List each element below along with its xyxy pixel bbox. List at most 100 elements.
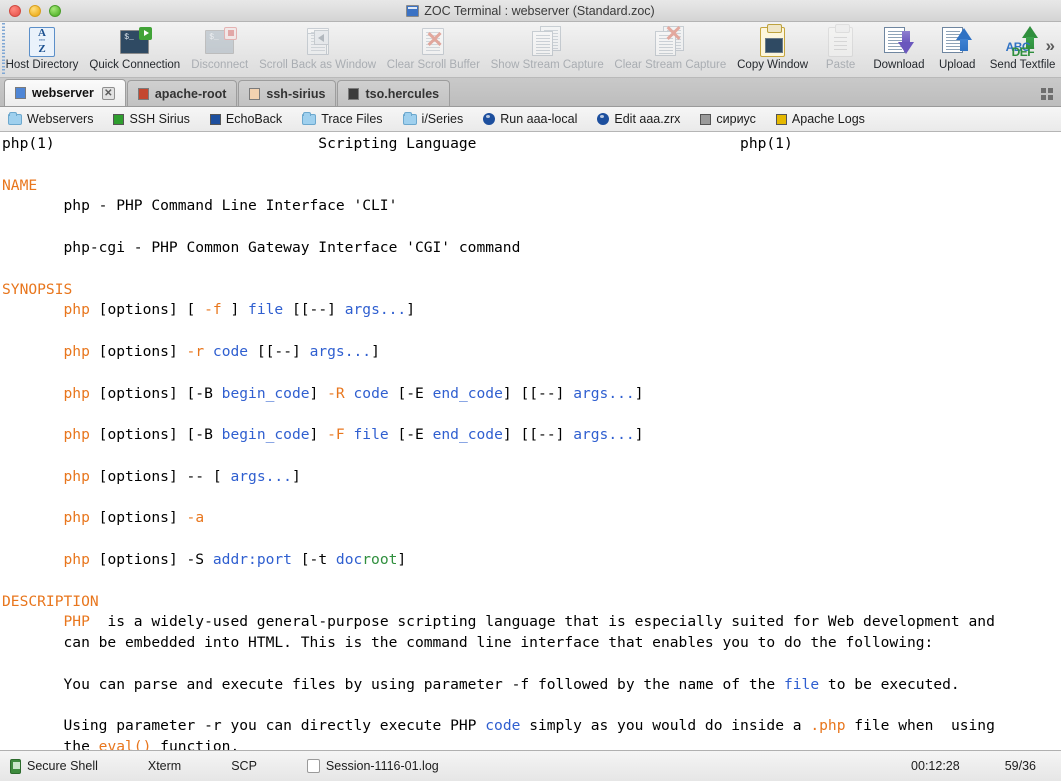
terminal-text <box>2 613 64 630</box>
terminal-text: [[--] <box>248 343 310 360</box>
folder-icon <box>403 114 417 125</box>
terminal-text: ] <box>310 385 328 402</box>
terminal-text: doc <box>336 551 362 568</box>
terminal-line: php [options] -r code [[--] args...] <box>2 342 1061 363</box>
terminal-text: ] <box>292 468 301 485</box>
bookmark-ssh-sirius[interactable]: SSH Sirius <box>113 112 201 126</box>
terminal-text <box>345 426 354 443</box>
bookmark-webservers[interactable]: Webservers <box>8 112 105 126</box>
toolbar-button-clear-scroll-buffer[interactable]: ✕ Clear Scroll Buffer <box>381 25 485 71</box>
terminal-text: ] <box>310 426 328 443</box>
tab-label: ssh-sirius <box>266 87 325 101</box>
bookmark-echoback[interactable]: EchoBack <box>210 112 294 126</box>
toolbar-button-download[interactable]: Download <box>868 25 931 71</box>
toolbar-button-paste[interactable]: Paste <box>814 25 868 71</box>
bookmark-label: Run aaa-local <box>500 112 577 126</box>
terminal-line <box>2 321 1061 342</box>
terminal-text: SYNOPSIS <box>2 281 72 298</box>
terminal-text: begin_code <box>222 426 310 443</box>
terminal-text: args... <box>573 426 635 443</box>
terminal-text: php <box>64 551 90 568</box>
bookmark-apache-logs[interactable]: Apache Logs <box>776 112 877 126</box>
terminal-line: NAME <box>2 176 1061 197</box>
toolbar-label: Send Textfile <box>990 59 1056 71</box>
toolbar-button-show-stream-capture[interactable]: Show Stream Capture <box>485 25 609 71</box>
terminal-text: -f <box>204 301 222 318</box>
bookmark-trace-files[interactable]: Trace Files <box>302 112 394 126</box>
clear-stream-capture-icon: ✕ <box>655 25 685 58</box>
toolbar-label: Upload <box>939 59 975 71</box>
terminal-text: .php <box>810 717 845 734</box>
terminal-text: ] <box>635 426 644 443</box>
terminal-text: php <box>64 385 90 402</box>
send-textfile-icon: ABCDEF <box>1006 25 1040 58</box>
toolbar-button-clear-stream-capture[interactable]: ✕ Clear Stream Capture <box>609 25 731 71</box>
terminal-screen[interactable]: php(1) Scripting Language php(1) NAME ph… <box>0 132 1061 750</box>
terminal-text: [options] [-B <box>90 385 222 402</box>
toolbar-button-upload[interactable]: Upload <box>930 25 984 71</box>
terminal-text: end_code <box>433 385 503 402</box>
terminal-line <box>2 217 1061 238</box>
window-title-group: ZOC Terminal : webserver (Standard.zoc) <box>0 0 1061 21</box>
tab-apache-root[interactable]: apache-root <box>127 80 238 106</box>
terminal-text: -r <box>187 343 205 360</box>
terminal-line: the eval() function. <box>2 737 1061 750</box>
tab-tso-hercules[interactable]: tso.hercules <box>337 80 450 106</box>
square-icon <box>113 114 124 125</box>
bookmark-run-aaa-local[interactable]: Run aaa-local <box>483 112 589 126</box>
terminal-text: file when using <box>846 717 995 734</box>
close-window-button[interactable] <box>9 5 21 17</box>
terminal-text: PHP <box>64 613 90 630</box>
status-cursor-position: 59/36 <box>1005 759 1036 773</box>
terminal-text: file <box>354 426 389 443</box>
status-elapsed-time: 00:12:28 <box>911 759 960 773</box>
status-logfile[interactable]: Session-1116-01.log <box>307 759 439 773</box>
toolbar-button-copy-window[interactable]: Copy Window <box>732 25 814 71</box>
toolbar-label: Download <box>873 59 924 71</box>
terminal-line <box>2 259 1061 280</box>
terminal-text <box>2 509 64 526</box>
terminal-text: addr:port <box>213 551 292 568</box>
terminal-text: [-E <box>389 385 433 402</box>
tab-close-button[interactable]: ✕ <box>102 87 115 100</box>
terminal-line <box>2 363 1061 384</box>
status-connection[interactable]: Secure Shell <box>10 759 98 774</box>
terminal-text <box>2 343 64 360</box>
toolbar-button-host-directory[interactable]: A•••Z Host Directory <box>0 25 84 71</box>
toolbar-button-scroll-back-as-window[interactable]: Scroll Back as Window <box>254 25 382 71</box>
tab-webserver[interactable]: webserver ✕ <box>4 79 126 106</box>
terminal-text <box>2 301 64 318</box>
secure-shell-icon <box>10 759 21 774</box>
terminal-text: [-t <box>292 551 336 568</box>
clipboard-paste-icon <box>828 25 853 58</box>
tab-overview-icon[interactable] <box>1041 88 1053 100</box>
terminal-text: [options] [-B <box>90 426 222 443</box>
status-transfer-protocol[interactable]: SCP <box>231 759 257 773</box>
terminal-text: file <box>784 676 819 693</box>
bookmark-edit-aaa-zrx[interactable]: Edit aaa.zrx <box>597 112 692 126</box>
terminal-text <box>204 343 213 360</box>
window-titlebar: ZOC Terminal : webserver (Standard.zoc) <box>0 0 1061 22</box>
terminal-line: Using parameter -r you can directly exec… <box>2 716 1061 737</box>
terminal-text: -a <box>187 509 205 526</box>
bookmark-label: i/Series <box>422 112 464 126</box>
bookmark-i-series[interactable]: i/Series <box>403 112 476 126</box>
status-logfile-label: Session-1116-01.log <box>326 759 439 773</box>
terminal-text: -F <box>327 426 345 443</box>
toolbar-label: Host Directory <box>6 59 79 71</box>
bookmark-sirius-cyrillic[interactable]: сириус <box>700 112 768 126</box>
toolbar-button-disconnect[interactable]: $_ Disconnect <box>186 25 254 71</box>
toolbar-button-quick-connection[interactable]: $_ Quick Connection <box>84 25 186 71</box>
minimize-window-button[interactable] <box>29 5 41 17</box>
status-emulation[interactable]: Xterm <box>148 759 181 773</box>
toolbar-label: Clear Scroll Buffer <box>387 59 480 71</box>
terminal-line: SYNOPSIS <box>2 280 1061 301</box>
square-icon <box>210 114 221 125</box>
terminal-line: php [options] [ -f ] file [[--] args...] <box>2 300 1061 321</box>
logging-checkbox[interactable] <box>307 759 320 773</box>
zoom-window-button[interactable] <box>49 5 61 17</box>
terminal-line: can be embedded into HTML. This is the c… <box>2 633 1061 654</box>
toolbar-overflow-button[interactable]: » <box>1046 36 1055 56</box>
tab-ssh-sirius[interactable]: ssh-sirius <box>238 80 336 106</box>
terminal-text: code <box>354 385 389 402</box>
